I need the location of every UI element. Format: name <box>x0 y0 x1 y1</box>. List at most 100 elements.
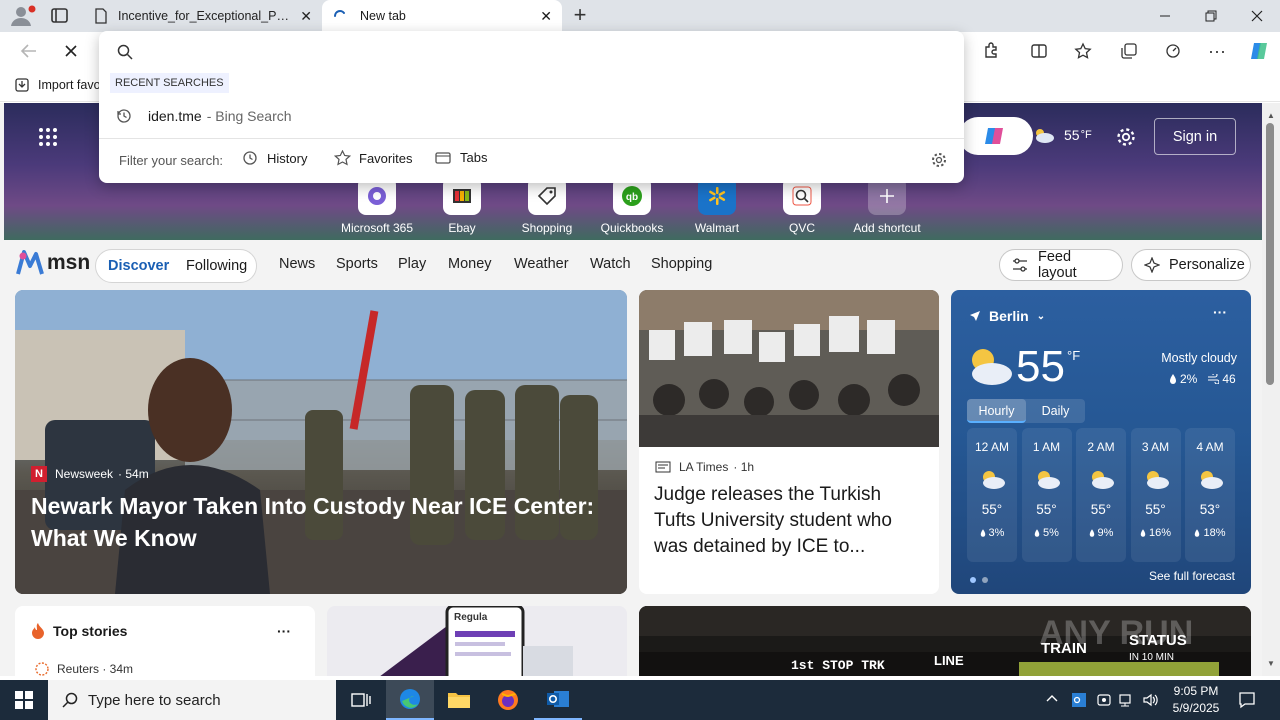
source-name: Newsweek <box>55 467 114 481</box>
hero-story-card[interactable]: N Newsweek · 54m Newark Mayor Taken Into… <box>15 290 627 594</box>
msn-logo[interactable]: msn <box>16 250 90 276</box>
notifications-icon[interactable] <box>1238 691 1256 709</box>
new-tab-button[interactable]: + <box>568 4 592 27</box>
raindrop-icon <box>1140 529 1146 537</box>
split-screen-icon[interactable] <box>1024 36 1054 66</box>
ad-card[interactable]: Regula <box>327 606 627 676</box>
shortcut-quickbooks[interactable]: qb Quickbooks <box>592 177 672 235</box>
close-tab-icon[interactable]: ✕ <box>300 8 312 25</box>
file-explorer-icon[interactable] <box>436 680 482 720</box>
precip-value: 2% <box>1180 372 1198 386</box>
shortcut-walmart[interactable]: Walmart <box>677 177 757 235</box>
shortcut-microsoft-365[interactable]: Microsoft 365 <box>337 177 417 235</box>
more-options-icon[interactable]: ··· <box>1213 304 1227 320</box>
hour-forecast-column[interactable]: 2 AM 55° 9% <box>1076 428 1126 562</box>
nav-weather[interactable]: Weather <box>514 256 569 272</box>
nav-shopping[interactable]: Shopping <box>651 256 712 272</box>
shortcut-label: Shopping <box>521 221 573 235</box>
hour-precip: 16% <box>1131 527 1181 539</box>
nav-watch[interactable]: Watch <box>590 256 631 272</box>
location-selector[interactable]: Berlin ⌄ <box>969 308 1045 324</box>
train-board-card[interactable]: 1st STOP TRK LINE TRAIN STATUS IN 10 MIN… <box>639 606 1251 676</box>
volume-icon[interactable] <box>1142 692 1160 708</box>
close-tab-icon[interactable]: ✕ <box>540 8 552 25</box>
tab-discover[interactable]: Discover <box>108 258 169 274</box>
filter-history-label: History <box>267 150 308 166</box>
minimize-button[interactable] <box>1142 0 1188 32</box>
performance-icon[interactable] <box>1158 36 1188 66</box>
task-view-icon[interactable] <box>338 680 384 720</box>
scroll-up-arrow-icon[interactable]: ▲ <box>1267 111 1275 120</box>
personalize-button[interactable]: Personalize <box>1131 249 1251 281</box>
hour-forecast-column[interactable]: 4 AM 53° 18% <box>1185 428 1235 562</box>
back-arrow-icon[interactable] <box>14 36 44 66</box>
extensions-icon[interactable] <box>976 36 1006 66</box>
taskbar-search-box[interactable]: Type here to search <box>48 680 336 720</box>
more-menu-icon[interactable]: ··· <box>1202 36 1232 66</box>
firefox-icon[interactable] <box>485 680 531 720</box>
scroll-thumb[interactable] <box>1266 123 1274 385</box>
see-full-forecast-link[interactable]: See full forecast <box>1131 569 1235 583</box>
edge-taskbar-icon[interactable] <box>386 680 434 720</box>
scroll-down-arrow-icon[interactable]: ▼ <box>1267 659 1275 668</box>
tab-actions-icon[interactable] <box>50 7 70 25</box>
shortcut-add[interactable]: Add shortcut <box>847 177 927 235</box>
raindrop-icon <box>980 529 986 537</box>
shortcut-qvc[interactable]: QVC <box>762 177 842 235</box>
page-dot[interactable] <box>982 577 988 583</box>
close-window-button[interactable] <box>1234 0 1280 32</box>
tab-following[interactable]: Following <box>186 258 247 274</box>
tab-daily[interactable]: Daily <box>1026 399 1085 423</box>
nav-money[interactable]: Money <box>448 256 492 272</box>
tray-app-icon[interactable] <box>1096 692 1112 708</box>
apps-grid-icon[interactable] <box>38 127 58 147</box>
import-favorites-link[interactable]: Import favo <box>14 77 101 93</box>
tab-hourly[interactable]: Hourly <box>967 399 1026 423</box>
recent-search-item[interactable]: iden.tme - Bing Search <box>99 102 964 130</box>
page-dot-active[interactable] <box>970 577 976 583</box>
favorites-star-icon[interactable] <box>1068 36 1098 66</box>
tab-incentive[interactable]: Incentive_for_Exceptional_Perfor ✕ <box>84 0 322 32</box>
nav-play[interactable]: Play <box>398 256 426 272</box>
show-hidden-icons-chevron-icon[interactable] <box>1046 694 1058 702</box>
hero-headline[interactable]: Newark Mayor Taken Into Custody Near ICE… <box>31 490 611 554</box>
sign-in-button[interactable]: Sign in <box>1154 118 1236 155</box>
tab-new-tab[interactable]: New tab ✕ <box>322 0 562 32</box>
nav-news[interactable]: News <box>279 256 315 272</box>
filter-tabs[interactable]: Tabs <box>435 150 487 165</box>
profile-icon[interactable] <box>8 4 36 28</box>
weather-widget[interactable]: Berlin ⌄ ··· 55 °F Mostly cloudy 2% 46 H… <box>951 290 1251 594</box>
outlook-tray-icon[interactable] <box>1071 692 1087 708</box>
outlook-icon[interactable] <box>534 680 582 720</box>
shortcut-ebay[interactable]: Ebay <box>422 177 502 235</box>
restore-button[interactable] <box>1188 0 1234 32</box>
header-weather[interactable]: 55 °F <box>1032 127 1092 143</box>
shortcut-shopping[interactable]: Shopping <box>507 177 587 235</box>
source-age: · 1h <box>733 460 755 474</box>
start-button[interactable] <box>0 680 48 720</box>
clock[interactable]: 9:05 PM 5/9/2025 <box>1168 683 1224 717</box>
nav-sports[interactable]: Sports <box>336 256 378 272</box>
filter-history[interactable]: History <box>242 150 307 166</box>
stop-loading-icon[interactable] <box>56 36 86 66</box>
filter-favorites[interactable]: Favorites <box>334 150 412 166</box>
hour-precip: 3% <box>967 527 1017 539</box>
newsweek-logo-icon: N <box>31 466 47 482</box>
hour-forecast-column[interactable]: 12 AM 55° 3% <box>967 428 1017 562</box>
hour-forecast-column[interactable]: 3 AM 55° 16% <box>1130 428 1181 562</box>
rewards-badge[interactable] <box>959 117 1033 155</box>
hour-forecast-column[interactable]: 1 AM 55° 5% <box>1021 428 1072 562</box>
story-card-tufts[interactable]: LA Times · 1h Judge releases the Turkish… <box>639 290 939 594</box>
top-stories-header[interactable]: Top stories <box>31 623 127 639</box>
more-options-icon[interactable]: ··· <box>277 623 291 639</box>
feed-layout-button[interactable]: Feed layout <box>999 249 1123 281</box>
story-headline[interactable]: Judge releases the Turkish Tufts Univers… <box>654 482 926 560</box>
network-icon[interactable] <box>1119 692 1135 708</box>
hour-time: 2 AM <box>1087 440 1115 454</box>
copilot-icon[interactable] <box>1244 36 1274 66</box>
collections-icon[interactable] <box>1114 36 1144 66</box>
page-scrollbar[interactable]: ▲ ▼ <box>1262 103 1280 676</box>
search-settings-gear-icon[interactable] <box>931 152 947 168</box>
address-input[interactable] <box>143 37 943 65</box>
settings-gear-icon[interactable] <box>1116 127 1136 147</box>
